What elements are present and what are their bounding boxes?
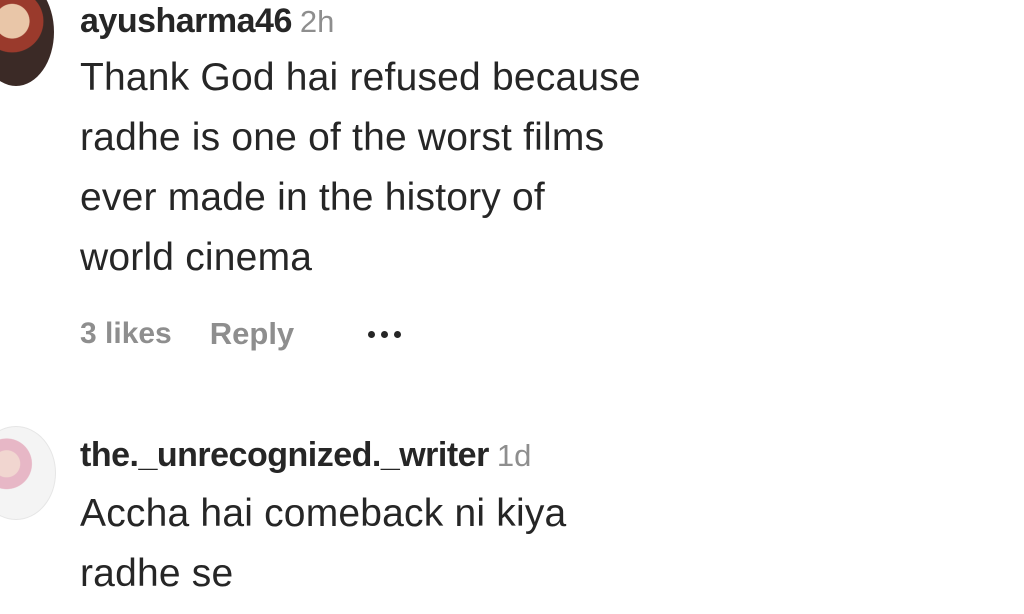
comment-text-line: ever made in the history of: [80, 176, 545, 219]
comment-header: ayusharma46 2h: [80, 4, 334, 38]
comment-timestamp: 2h: [299, 4, 335, 39]
comment-actions: 3 likes Reply: [80, 316, 405, 352]
comment-text-line: world cinema: [80, 236, 313, 279]
comment-item: ayusharma46 2h Thank God hai refused beca…: [0, 0, 1024, 400]
comment-text: Thank God hai refused because radhe is o…: [80, 48, 780, 288]
comment-username[interactable]: the._unrecognized._writer: [80, 436, 489, 474]
comment-username[interactable]: ayusharma46: [80, 2, 292, 40]
ellipsis-icon[interactable]: [364, 316, 405, 352]
comment-text-line: Thank God hai refused because: [80, 56, 641, 99]
ellipsis-dot: [368, 330, 376, 338]
ellipsis-dot: [394, 330, 402, 338]
comment-item: the._unrecognized._writer 1d Accha hai co…: [0, 424, 1024, 614]
comment-text-line: radhe is one of the worst films: [80, 116, 605, 159]
comment-timestamp: 1d: [496, 438, 532, 473]
comment-header: the._unrecognized._writer 1d: [80, 438, 531, 472]
likes-count[interactable]: 3 likes: [80, 317, 172, 351]
comment-text-line: Accha hai comeback ni kiya: [80, 492, 567, 535]
reply-button[interactable]: Reply: [210, 316, 294, 352]
avatar[interactable]: [0, 0, 54, 86]
avatar[interactable]: [0, 426, 56, 520]
comment-text-line: radhe se: [80, 552, 234, 595]
comment-text: Accha hai comeback ni kiya radhe se: [80, 484, 780, 604]
ellipsis-dot: [381, 330, 389, 338]
